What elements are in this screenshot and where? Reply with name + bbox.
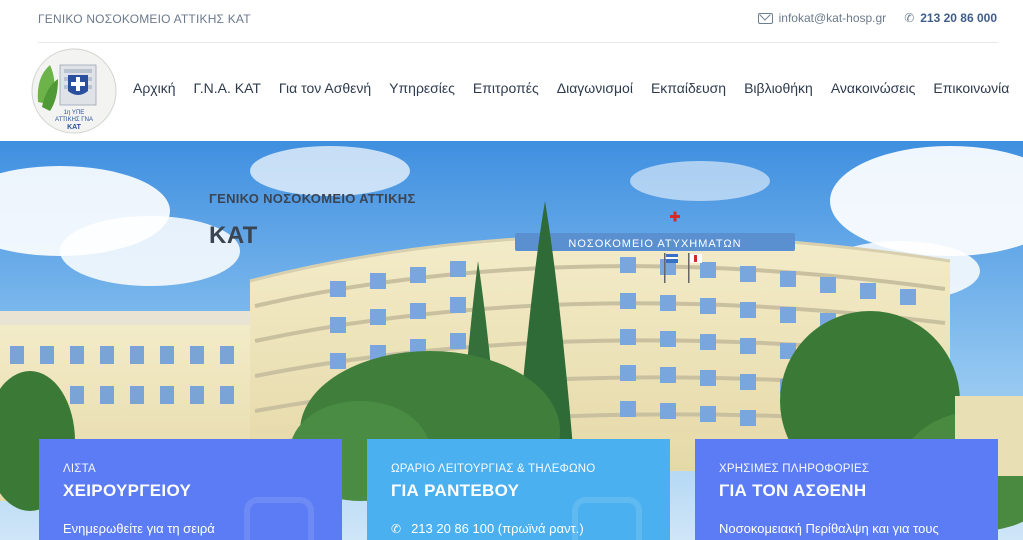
card-appointments[interactable]: ΩΡΑΡΙΟ ΛΕΙΤΟΥΡΓΙΑΣ & ΤΗΛΕΦΩΝΟ ΓΙΑ ΡΑΝΤΕΒ… (367, 439, 670, 540)
email-link[interactable]: infokat@kat-hosp.gr (779, 11, 887, 25)
nav-item-committees[interactable]: Επιτροπές (464, 80, 548, 96)
main-nav: Αρχική Γ.Ν.Α. ΚΑΤ Για τον Ασθενή Υπηρεσί… (124, 80, 1018, 96)
building-sign-text: ΝΟΣΟΚΟΜΕΙΟ ΑΤΥΧΗΜΑΤΩΝ (568, 238, 741, 250)
logo-text-2: ΑΤΤΙΚΗΣ ΓΝΑ (55, 117, 93, 123)
nav-item-contact[interactable]: Επικοινωνία (924, 80, 1018, 96)
card-watermark-icon (572, 497, 642, 540)
hero-subtitle: ΓΕΝΙΚΟ ΝΟΣΟΚΟΜΕΙΟ ΑΤΤΙΚΗΣ (209, 191, 416, 206)
card-surgery-list[interactable]: ΛΙΣΤΑ ΧΕΙΡΟΥΡΓΕΙΟΥ Ενημερωθείτε για τη σ… (39, 439, 342, 540)
card-surgery-small: ΛΙΣΤΑ (63, 463, 96, 475)
nav-item-patient[interactable]: Για τον Ασθενή (270, 80, 380, 96)
nav-item-announcements[interactable]: Ανακοινώσεις (822, 80, 925, 96)
mail-icon (757, 12, 773, 24)
card-appointments-body: 213 20 86 100 (πρωϊνά ραντ.) (411, 521, 584, 536)
card-patient-info[interactable]: ΧΡΗΣΙΜΕΣ ΠΛΗΡΟΦΟΡΙΕΣ ΓΙΑ ΤΟΝ ΑΣΘΕΝΗ Νοσο… (695, 439, 998, 540)
top-contact: infokat@kat-hosp.gr ✆ 213 20 86 000 (757, 11, 997, 25)
nav-item-services[interactable]: Υπηρεσίες (380, 80, 464, 96)
top-bar: ΓΕΝΙΚΟ ΝΟΣΟΚΟΜΕΙΟ ΑΤΤΙΚΗΣ ΚΑΤ infokat@ka… (0, 0, 1023, 42)
logo-text-3: ΚΑΤ (67, 124, 82, 131)
card-patient-small: ΧΡΗΣΙΜΕΣ ΠΛΗΡΟΦΟΡΙΕΣ (719, 463, 870, 475)
nav-item-library[interactable]: Βιβλιοθήκη (735, 80, 822, 96)
nav-item-education[interactable]: Εκπαίδευση (642, 80, 735, 96)
logo-emblem-icon: 1η ΥΠΕ ΑΤΤΙΚΗΣ ΓΝΑ ΚΑΤ (31, 48, 117, 134)
card-watermark-icon (244, 497, 314, 540)
nav-item-gna-kat[interactable]: Γ.Ν.Α. ΚΑΤ (185, 80, 270, 96)
phone-link[interactable]: 213 20 86 000 (920, 11, 997, 25)
card-patient-body: Νοσοκομειακή Περίθαλψη και για τους (719, 521, 939, 536)
card-appointments-small: ΩΡΑΡΙΟ ΛΕΙΤΟΥΡΓΙΑΣ & ΤΗΛΕΦΩΝΟ (391, 463, 596, 475)
phone-icon: ✆ (391, 522, 402, 536)
nav-item-home[interactable]: Αρχική (124, 80, 185, 96)
top-hospital-name: ΓΕΝΙΚΟ ΝΟΣΟΚΟΜΕΙΟ ΑΤΤΙΚΗΣ ΚΑΤ (38, 12, 251, 26)
header-divider (38, 42, 998, 43)
card-patient-title: ΓΙΑ ΤΟΝ ΑΣΘΕΝΗ (719, 481, 867, 500)
hospital-logo[interactable]: 1η ΥΠΕ ΑΤΤΙΚΗΣ ΓΝΑ ΚΑΤ (28, 47, 120, 135)
nav-item-tenders[interactable]: Διαγωνισμοί (548, 80, 642, 96)
hero-title: ΚΑΤ (209, 222, 258, 249)
logo-text-1: 1η ΥΠΕ (64, 110, 85, 116)
phone-icon: ✆ (904, 11, 915, 25)
